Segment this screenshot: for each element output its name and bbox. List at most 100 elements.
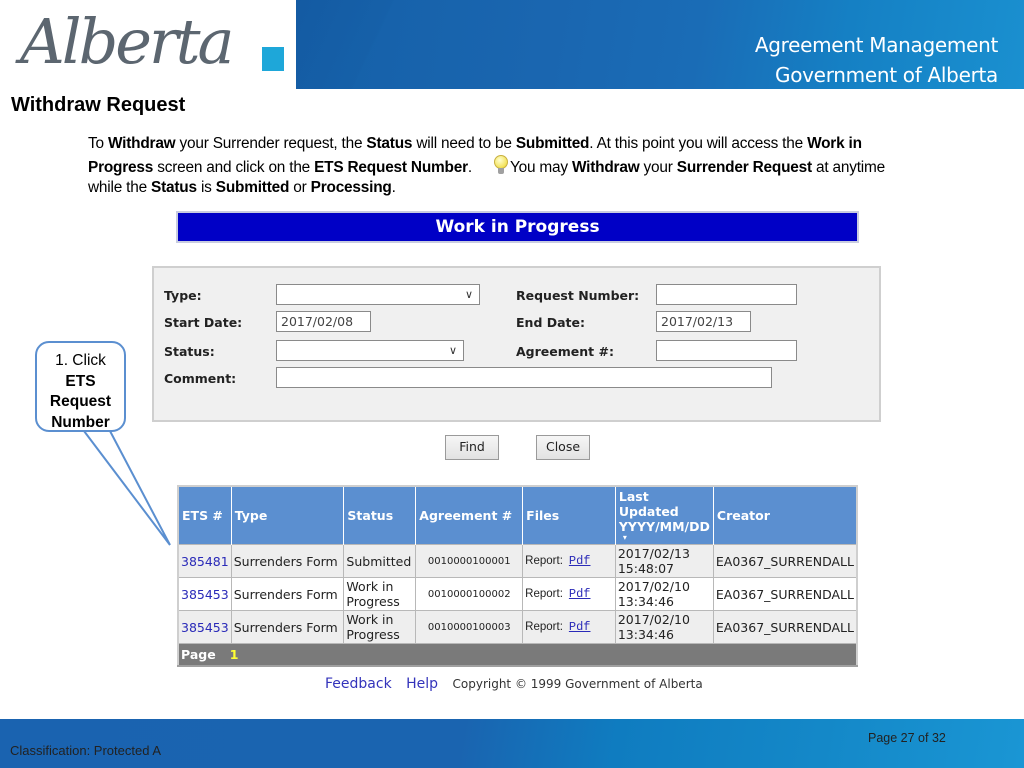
callout-click-ets: 1. Click ETS Request Number <box>35 341 126 432</box>
ets-request-number-link[interactable]: 385453 <box>181 587 229 602</box>
instruction-text: your <box>639 158 677 176</box>
column-header-creator[interactable]: Creator <box>713 486 858 545</box>
status-cell: Work in Progress <box>343 610 417 644</box>
pdf-link[interactable]: Pdf <box>569 554 591 568</box>
page-label: Page <box>181 646 216 662</box>
instruction-emphasis: Withdraw <box>571 158 640 176</box>
request-number-input[interactable] <box>656 284 797 305</box>
page-number-link[interactable]: 1 <box>230 647 239 662</box>
instruction-text: is <box>196 179 216 196</box>
callout-line1: 1. Click <box>55 352 106 369</box>
instruction-text: . At this point you will access the <box>589 135 808 152</box>
creator-cell: EA0367_SURRENDALL <box>712 577 858 611</box>
column-header-files[interactable]: Files <box>522 486 616 545</box>
instructions-text: To Withdraw your Surrender request, the … <box>88 134 918 199</box>
files-cell: Report: Pdf <box>522 577 616 611</box>
start-date-input[interactable]: 2017/02/08 <box>276 311 371 332</box>
instruction-text: . <box>467 158 472 176</box>
type-cell: Surrenders Form <box>230 577 345 611</box>
instruction-text: will need to be <box>412 135 516 152</box>
classification-label: Classification: Protected A <box>10 743 162 758</box>
app-footer: Feedback Help Copyright © 1999 Governmen… <box>325 676 703 692</box>
pdf-link[interactable]: Pdf <box>569 587 591 601</box>
header-title-line2: Government of Alberta <box>775 63 998 87</box>
pdf-link[interactable]: Pdf <box>569 620 591 634</box>
files-cell: Report: Pdf <box>522 610 616 644</box>
last-updated-line2: YYYY/MM/DD <box>618 519 710 534</box>
instruction-text: You may <box>509 158 572 176</box>
ets-request-number-link[interactable]: 385481 <box>181 554 229 569</box>
creator-cell: EA0367_SURRENDALL <box>712 610 858 644</box>
last-updated-cell: 2017/02/13 15:48:07 <box>614 544 714 578</box>
end-date-label: End Date: <box>516 315 586 330</box>
chevron-down-icon: ∨ <box>448 344 457 357</box>
updated-time: 13:34:46 <box>617 594 674 609</box>
updated-date: 2017/02/13 <box>617 546 690 561</box>
files-label: Report: <box>525 554 563 567</box>
request-number-label: Request Number: <box>516 288 640 303</box>
last-updated-line1: Last Updated <box>618 489 679 519</box>
agreement-number-input[interactable] <box>656 340 797 361</box>
instruction-text: . <box>391 179 396 196</box>
sort-descending-icon[interactable]: ▾ <box>623 534 710 542</box>
instruction-emphasis: Status <box>151 179 197 196</box>
type-label: Type: <box>164 288 202 303</box>
agreement-cell: 0010000100001 <box>415 544 524 578</box>
table-row: 385453 Surrenders Form Work in Progress 001… <box>177 610 858 644</box>
instruction-emphasis: Submitted <box>515 135 590 152</box>
updated-date: 2017/02/10 <box>617 579 690 594</box>
updated-time: 13:34:46 <box>617 627 674 642</box>
status-cell: Work in Progress <box>343 577 417 611</box>
instruction-emphasis: Surrender Request <box>676 158 812 176</box>
help-link[interactable]: Help <box>406 676 438 692</box>
ets-cell: 385453 <box>177 577 232 611</box>
instruction-text: screen and click on the <box>153 158 315 176</box>
start-date-label: Start Date: <box>164 315 243 330</box>
end-date-input[interactable]: 2017/02/13 <box>656 311 751 332</box>
files-label: Report: <box>525 620 563 633</box>
pagination-row: Page 1 <box>178 643 857 666</box>
close-button[interactable]: Close <box>536 435 590 460</box>
results-table: ETS # Type Status Agreement # Files Last… <box>177 485 858 667</box>
lightbulb-icon <box>492 154 510 177</box>
comment-label: Comment: <box>164 371 237 386</box>
logo-square-icon <box>262 47 284 71</box>
updated-date: 2017/02/10 <box>617 612 690 627</box>
column-header-last-updated[interactable]: Last Updated YYYY/MM/DD ▾ <box>615 486 714 545</box>
feedback-link[interactable]: Feedback <box>325 676 392 692</box>
column-header-ets[interactable]: ETS # <box>178 486 232 545</box>
comment-input[interactable] <box>276 367 772 388</box>
callout-pointer-line <box>83 430 171 546</box>
column-header-agreement[interactable]: Agreement # <box>415 486 524 545</box>
column-header-type[interactable]: Type <box>231 486 345 545</box>
type-cell: Surrenders Form <box>230 610 345 644</box>
instruction-text: or <box>289 179 311 196</box>
last-updated-cell: 2017/02/10 13:34:46 <box>614 577 714 611</box>
instruction-emphasis: Status <box>366 135 413 152</box>
ets-request-number-link[interactable]: 385453 <box>181 620 229 635</box>
ets-cell: 385453 <box>177 610 232 644</box>
files-cell: Report: Pdf <box>522 544 616 578</box>
table-header-row: ETS # Type Status Agreement # Files Last… <box>178 486 858 545</box>
logo-wordmark: Alberta <box>20 5 234 78</box>
type-cell: Surrenders Form <box>230 544 345 578</box>
agreement-cell: 0010000100003 <box>415 610 524 644</box>
instruction-emphasis: Withdraw <box>107 135 176 152</box>
slide-page-number: Page 27 of 32 <box>868 731 946 745</box>
type-select[interactable]: ∨ <box>276 284 480 305</box>
callout-line2: ETS <box>65 372 96 390</box>
agreement-number-label: Agreement #: <box>516 344 614 359</box>
pagination-cell: Page 1 <box>178 643 857 666</box>
status-cell: Submitted <box>343 544 417 578</box>
status-label: Status: <box>164 344 215 359</box>
column-header-status[interactable]: Status <box>343 486 417 545</box>
alberta-logo: Alberta <box>0 0 296 89</box>
last-updated-label: Last Updated YYYY/MM/DD <box>619 489 710 534</box>
status-select[interactable]: ∨ <box>276 340 464 361</box>
search-panel: Type: ∨ Start Date: 2017/02/08 Status: ∨… <box>152 266 881 422</box>
callout-line4: Number <box>51 413 110 431</box>
header-banner: Agreement Management Government of Alber… <box>296 0 1024 89</box>
files-label: Report: <box>525 587 563 600</box>
find-button[interactable]: Find <box>445 435 499 460</box>
header-title-line1: Agreement Management <box>754 33 998 57</box>
